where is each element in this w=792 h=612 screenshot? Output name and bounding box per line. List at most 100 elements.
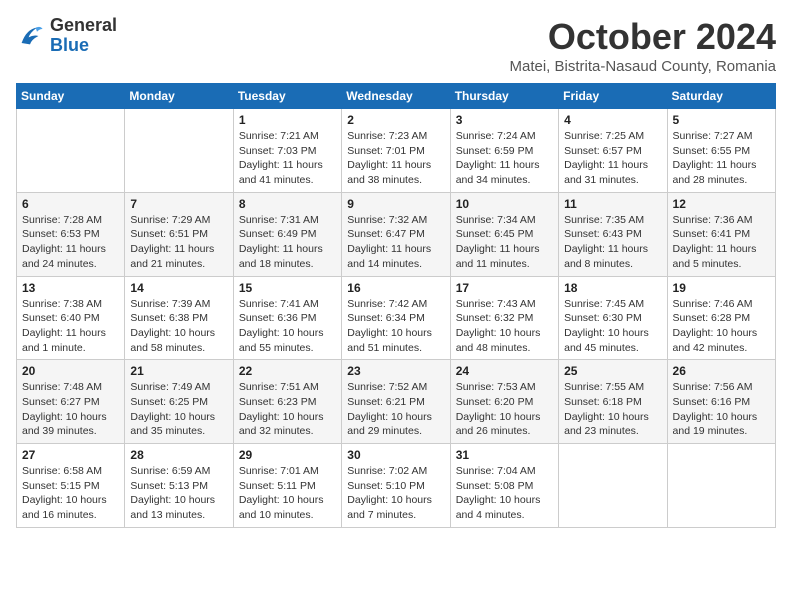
calendar-cell: 26Sunrise: 7:56 AMSunset: 6:16 PMDayligh… — [667, 360, 775, 444]
calendar-table: SundayMondayTuesdayWednesdayThursdayFrid… — [16, 83, 776, 528]
calendar-cell: 2 Sunrise: 7:23 AMSunset: 7:01 PMDaylight… — [342, 109, 450, 193]
calendar-cell: 5Sunrise: 7:27 AMSunset: 6:55 PMDaylight… — [667, 109, 775, 193]
cell-day-number: 22 — [239, 364, 336, 378]
calendar-cell: 23 Sunrise: 7:52 AMSunset: 6:21 PMDayligh… — [342, 360, 450, 444]
cell-day-number: 23 — [347, 364, 444, 378]
cell-day-number: 18 — [564, 281, 661, 295]
calendar-day-header: Saturday — [667, 84, 775, 109]
calendar-cell: 24 Sunrise: 7:53 AMSunset: 6:20 PMDayligh… — [450, 360, 558, 444]
cell-day-number: 21 — [130, 364, 227, 378]
cell-day-number: 24 — [456, 364, 553, 378]
cell-day-number: 13 — [22, 281, 119, 295]
calendar-cell: 7 Sunrise: 7:29 AMSunset: 6:51 PMDaylight… — [125, 192, 233, 276]
calendar-cell: 20Sunrise: 7:48 AMSunset: 6:27 PMDayligh… — [17, 360, 125, 444]
calendar-cell — [125, 109, 233, 193]
cell-day-number: 1 — [239, 113, 336, 127]
cell-info-text: Sunrise: 7:28 AMSunset: 6:53 PMDaylight:… — [22, 213, 119, 272]
cell-info-text: Sunrise: 7:55 AMSunset: 6:18 PMDaylight:… — [564, 380, 661, 439]
cell-day-number: 30 — [347, 448, 444, 462]
calendar-cell: 30 Sunrise: 7:02 AMSunset: 5:10 PMDayligh… — [342, 444, 450, 528]
cell-info-text: Sunrise: 7:36 AMSunset: 6:41 PMDaylight:… — [673, 213, 770, 272]
cell-day-number: 4 — [564, 113, 661, 127]
calendar-cell: 6 Sunrise: 7:28 AMSunset: 6:53 PMDaylight… — [17, 192, 125, 276]
cell-info-text: Sunrise: 7:43 AMSunset: 6:32 PMDaylight:… — [456, 297, 553, 356]
cell-day-number: 31 — [456, 448, 553, 462]
cell-info-text: Sunrise: 7:32 AMSunset: 6:47 PMDaylight:… — [347, 213, 444, 272]
cell-day-number: 8 — [239, 197, 336, 211]
calendar-cell: 8 Sunrise: 7:31 AMSunset: 6:49 PMDaylight… — [233, 192, 341, 276]
calendar-day-header: Monday — [125, 84, 233, 109]
cell-info-text: Sunrise: 7:41 AMSunset: 6:36 PMDaylight:… — [239, 297, 336, 356]
calendar-cell: 28 Sunrise: 6:59 AMSunset: 5:13 PMDayligh… — [125, 444, 233, 528]
page-header: General Blue October 2024 Matei, Bistrit… — [16, 16, 776, 75]
cell-day-number: 2 — [347, 113, 444, 127]
calendar-cell: 21Sunrise: 7:49 AMSunset: 6:25 PMDayligh… — [125, 360, 233, 444]
cell-info-text: Sunrise: 7:24 AMSunset: 6:59 PMDaylight:… — [456, 129, 553, 188]
cell-day-number: 16 — [347, 281, 444, 295]
calendar-cell: 27Sunrise: 6:58 AMSunset: 5:15 PMDayligh… — [17, 444, 125, 528]
cell-day-number: 7 — [130, 197, 227, 211]
cell-info-text: Sunrise: 7:39 AMSunset: 6:38 PMDaylight:… — [130, 297, 227, 356]
cell-day-number: 12 — [673, 197, 770, 211]
cell-info-text: Sunrise: 7:38 AMSunset: 6:40 PMDaylight:… — [22, 297, 119, 356]
cell-info-text: Sunrise: 7:45 AMSunset: 6:30 PMDaylight:… — [564, 297, 661, 356]
calendar-cell: 22 Sunrise: 7:51 AMSunset: 6:23 PMDayligh… — [233, 360, 341, 444]
calendar-week-row: 27Sunrise: 6:58 AMSunset: 5:15 PMDayligh… — [17, 444, 776, 528]
logo-blue: Blue — [50, 35, 89, 55]
calendar-cell: 1Sunrise: 7:21 AMSunset: 7:03 PMDaylight… — [233, 109, 341, 193]
cell-info-text: Sunrise: 7:29 AMSunset: 6:51 PMDaylight:… — [130, 213, 227, 272]
logo: General Blue — [16, 16, 117, 56]
cell-info-text: Sunrise: 7:25 AMSunset: 6:57 PMDaylight:… — [564, 129, 661, 188]
cell-info-text: Sunrise: 7:04 AMSunset: 5:08 PMDaylight:… — [456, 464, 553, 523]
cell-info-text: Sunrise: 7:02 AMSunset: 5:10 PMDaylight:… — [347, 464, 444, 523]
calendar-cell: 16 Sunrise: 7:42 AMSunset: 6:34 PMDayligh… — [342, 276, 450, 360]
cell-info-text: Sunrise: 7:42 AMSunset: 6:34 PMDaylight:… — [347, 297, 444, 356]
calendar-cell: 15 Sunrise: 7:41 AMSunset: 6:36 PMDayligh… — [233, 276, 341, 360]
cell-day-number: 20 — [22, 364, 119, 378]
calendar-cell: 9 Sunrise: 7:32 AMSunset: 6:47 PMDaylight… — [342, 192, 450, 276]
calendar-cell: 10Sunrise: 7:34 AMSunset: 6:45 PMDayligh… — [450, 192, 558, 276]
cell-day-number: 5 — [673, 113, 770, 127]
cell-day-number: 17 — [456, 281, 553, 295]
calendar-cell: 25Sunrise: 7:55 AMSunset: 6:18 PMDayligh… — [559, 360, 667, 444]
cell-info-text: Sunrise: 7:35 AMSunset: 6:43 PMDaylight:… — [564, 213, 661, 272]
calendar-header-row: SundayMondayTuesdayWednesdayThursdayFrid… — [17, 84, 776, 109]
logo-bird-icon — [16, 22, 44, 50]
cell-info-text: Sunrise: 7:31 AMSunset: 6:49 PMDaylight:… — [239, 213, 336, 272]
cell-day-number: 9 — [347, 197, 444, 211]
calendar-week-row: 1Sunrise: 7:21 AMSunset: 7:03 PMDaylight… — [17, 109, 776, 193]
cell-info-text: Sunrise: 7:53 AMSunset: 6:20 PMDaylight:… — [456, 380, 553, 439]
calendar-week-row: 13 Sunrise: 7:38 AMSunset: 6:40 PMDayligh… — [17, 276, 776, 360]
calendar-cell — [17, 109, 125, 193]
cell-day-number: 15 — [239, 281, 336, 295]
calendar-cell: 4 Sunrise: 7:25 AMSunset: 6:57 PMDaylight… — [559, 109, 667, 193]
logo-text: General Blue — [50, 16, 117, 56]
calendar-cell: 31 Sunrise: 7:04 AMSunset: 5:08 PMDayligh… — [450, 444, 558, 528]
cell-day-number: 10 — [456, 197, 553, 211]
calendar-day-header: Thursday — [450, 84, 558, 109]
cell-day-number: 11 — [564, 197, 661, 211]
calendar-cell: 17 Sunrise: 7:43 AMSunset: 6:32 PMDayligh… — [450, 276, 558, 360]
calendar-week-row: 6 Sunrise: 7:28 AMSunset: 6:53 PMDaylight… — [17, 192, 776, 276]
cell-day-number: 3 — [456, 113, 553, 127]
cell-info-text: Sunrise: 7:52 AMSunset: 6:21 PMDaylight:… — [347, 380, 444, 439]
cell-day-number: 6 — [22, 197, 119, 211]
calendar-day-header: Wednesday — [342, 84, 450, 109]
cell-info-text: Sunrise: 7:01 AMSunset: 5:11 PMDaylight:… — [239, 464, 336, 523]
calendar-day-header: Sunday — [17, 84, 125, 109]
title-block: October 2024 Matei, Bistrita-Nasaud Coun… — [510, 16, 777, 75]
cell-info-text: Sunrise: 7:46 AMSunset: 6:28 PMDaylight:… — [673, 297, 770, 356]
cell-info-text: Sunrise: 6:58 AMSunset: 5:15 PMDaylight:… — [22, 464, 119, 523]
calendar-cell: 12 Sunrise: 7:36 AMSunset: 6:41 PMDayligh… — [667, 192, 775, 276]
cell-info-text: Sunrise: 7:23 AMSunset: 7:01 PMDaylight:… — [347, 129, 444, 188]
calendar-week-row: 20Sunrise: 7:48 AMSunset: 6:27 PMDayligh… — [17, 360, 776, 444]
cell-info-text: Sunrise: 6:59 AMSunset: 5:13 PMDaylight:… — [130, 464, 227, 523]
cell-day-number: 28 — [130, 448, 227, 462]
calendar-cell — [667, 444, 775, 528]
calendar-cell: 18 Sunrise: 7:45 AMSunset: 6:30 PMDayligh… — [559, 276, 667, 360]
cell-info-text: Sunrise: 7:51 AMSunset: 6:23 PMDaylight:… — [239, 380, 336, 439]
logo-general: General — [50, 15, 117, 35]
cell-day-number: 19 — [673, 281, 770, 295]
cell-day-number: 26 — [673, 364, 770, 378]
cell-day-number: 29 — [239, 448, 336, 462]
